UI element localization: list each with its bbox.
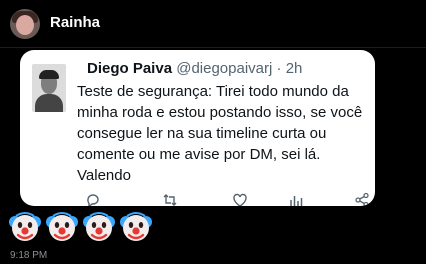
clown-face-icon	[119, 210, 153, 244]
reply-icon[interactable]	[85, 192, 101, 206]
message-timestamp: 9:18 PM	[10, 250, 48, 261]
clown-face-icon	[82, 210, 116, 244]
tweet-header: Diego Paiva @diegopaivarj · 2h	[87, 60, 302, 77]
contact-name[interactable]: Rainha	[50, 14, 100, 31]
views-icon[interactable]	[288, 192, 304, 206]
tweet-author-handle[interactable]: @diegopaivarj	[176, 60, 272, 77]
tweet-actions	[80, 192, 370, 206]
retweet-icon[interactable]	[162, 192, 178, 206]
tweet-age: 2h	[285, 60, 303, 77]
header-divider	[0, 47, 426, 48]
tweet-author-name[interactable]: Diego Paiva	[87, 60, 172, 77]
like-icon[interactable]	[232, 192, 248, 206]
clown-face-icon	[45, 210, 79, 244]
tweet-text: Teste de segurança: Tirei todo mundo da …	[77, 83, 363, 184]
chat-header: Rainha	[0, 0, 426, 48]
share-icon[interactable]	[354, 192, 370, 206]
clown-face-icon	[8, 210, 42, 244]
tweet-card[interactable]: Diego Paiva @diegopaivarj · 2h Teste de …	[20, 50, 375, 206]
tweet-separator: ·	[276, 60, 282, 77]
clown-reaction-row[interactable]	[8, 210, 156, 244]
contact-avatar[interactable]	[10, 9, 40, 39]
tweet-author-avatar[interactable]	[32, 64, 66, 112]
